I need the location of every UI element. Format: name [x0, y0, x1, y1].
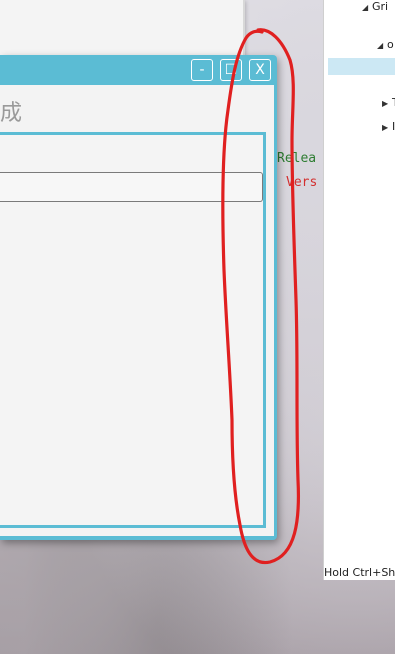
- tree-selection-highlight: [328, 58, 395, 75]
- background-window[interactable]: [0, 0, 245, 57]
- close-button[interactable]: X: [249, 59, 271, 81]
- text-input-field[interactable]: [0, 172, 263, 202]
- tree-item-label: o: [387, 38, 394, 51]
- tree-item[interactable]: ◢ o: [377, 38, 394, 54]
- expand-caret-icon[interactable]: ◢: [377, 41, 387, 50]
- tree-item[interactable]: ▶ I: [382, 120, 395, 136]
- status-hint: Hold Ctrl+Shi: [324, 566, 395, 579]
- code-line-release: Relea: [277, 151, 317, 166]
- dialog-window[interactable]: - ☐ X 成: [0, 55, 277, 540]
- ide-solution-panel[interactable]: ◢Gri I ◢o ▶T ▶I Hold Ctrl+Shi: [323, 0, 395, 580]
- expand-caret-icon[interactable]: ◢: [362, 3, 372, 12]
- tree-item-grid[interactable]: ◢ Gri: [362, 0, 388, 16]
- code-line-version: Vers: [286, 175, 318, 190]
- collapse-caret-icon[interactable]: ▶: [382, 123, 392, 132]
- maximize-button[interactable]: ☐: [220, 59, 242, 81]
- tree-item[interactable]: ▶T: [382, 96, 395, 112]
- minimize-button[interactable]: -: [191, 59, 213, 81]
- dialog-body: 成: [0, 85, 274, 536]
- tree-item-label: Gri: [372, 0, 389, 13]
- collapse-caret-icon[interactable]: ▶: [382, 99, 392, 108]
- dialog-content-group: [0, 132, 266, 528]
- dialog-title: 成: [0, 101, 23, 126]
